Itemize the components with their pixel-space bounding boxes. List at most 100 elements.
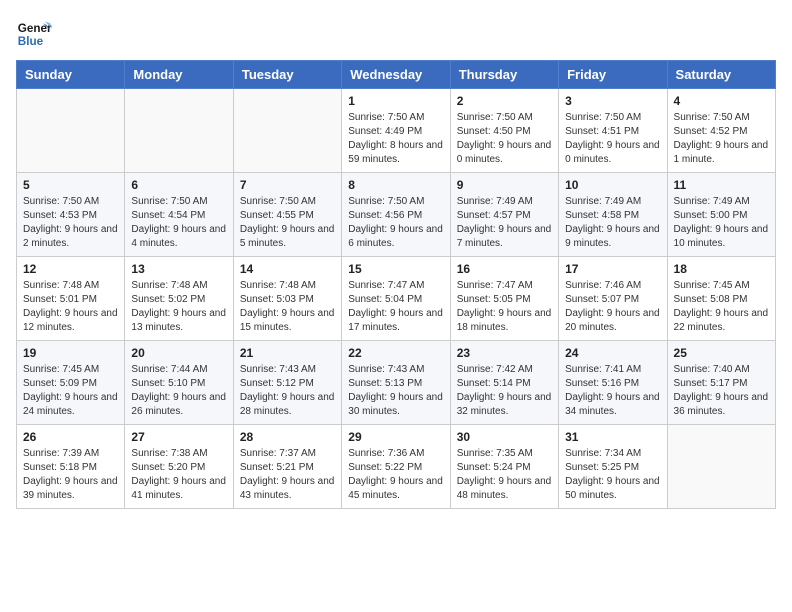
- calendar-cell: 18 Sunrise: 7:45 AM Sunset: 5:08 PM Dayli…: [667, 257, 775, 341]
- calendar-cell: 27 Sunrise: 7:38 AM Sunset: 5:20 PM Dayli…: [125, 425, 233, 509]
- calendar-cell: 30 Sunrise: 7:35 AM Sunset: 5:24 PM Dayli…: [450, 425, 558, 509]
- calendar-cell: [125, 89, 233, 173]
- day-number: 16: [457, 262, 552, 276]
- calendar-table: SundayMondayTuesdayWednesdayThursdayFrid…: [16, 60, 776, 509]
- day-info: Sunrise: 7:36 AM Sunset: 5:22 PM Dayligh…: [348, 447, 443, 503]
- day-number: 9: [457, 178, 552, 192]
- day-number: 20: [131, 346, 226, 360]
- day-number: 6: [131, 178, 226, 192]
- calendar-cell: 13Sunrise: 7:48 AM Sunset: 5:02 PM Dayli…: [125, 257, 233, 341]
- logo: General Blue: [16, 16, 52, 52]
- weekday-header: Sunday: [17, 61, 125, 89]
- day-info: Sunrise: 7:35 AM Sunset: 5:24 PM Dayligh…: [457, 447, 552, 503]
- calendar-cell: [17, 89, 125, 173]
- day-info: Sunrise: 7:43 AM Sunset: 5:12 PM Dayligh…: [240, 363, 335, 419]
- day-info: Sunrise: 7:50 AM Sunset: 4:49 PM Dayligh…: [348, 111, 443, 167]
- calendar-cell: 5 Sunrise: 7:50 AM Sunset: 4:53 PM Daylig…: [17, 173, 125, 257]
- day-info: Sunrise: 7:49 AM Sunset: 5:00 PM Dayligh…: [674, 195, 769, 251]
- day-number: 7: [240, 178, 335, 192]
- day-number: 23: [457, 346, 552, 360]
- day-number: 5: [23, 178, 118, 192]
- calendar-cell: [233, 89, 341, 173]
- calendar-cell: 2 Sunrise: 7:50 AM Sunset: 4:50 PM Daylig…: [450, 89, 558, 173]
- day-info: Sunrise: 7:50 AM Sunset: 4:54 PM Dayligh…: [131, 195, 226, 251]
- weekday-header: Tuesday: [233, 61, 341, 89]
- svg-text:Blue: Blue: [18, 35, 44, 48]
- day-info: Sunrise: 7:45 AM Sunset: 5:08 PM Dayligh…: [674, 279, 769, 335]
- day-number: 24: [565, 346, 660, 360]
- day-info: Sunrise: 7:37 AM Sunset: 5:21 PM Dayligh…: [240, 447, 335, 503]
- day-number: 25: [674, 346, 769, 360]
- day-number: 14: [240, 262, 335, 276]
- day-info: Sunrise: 7:49 AM Sunset: 4:58 PM Dayligh…: [565, 195, 660, 251]
- day-info: Sunrise: 7:50 AM Sunset: 4:52 PM Dayligh…: [674, 111, 769, 167]
- calendar-cell: 7 Sunrise: 7:50 AM Sunset: 4:55 PM Daylig…: [233, 173, 341, 257]
- calendar-cell: 16 Sunrise: 7:47 AM Sunset: 5:05 PM Dayli…: [450, 257, 558, 341]
- day-number: 1: [348, 94, 443, 108]
- calendar-cell: 11 Sunrise: 7:49 AM Sunset: 5:00 PM Dayli…: [667, 173, 775, 257]
- day-info: Sunrise: 7:47 AM Sunset: 5:05 PM Dayligh…: [457, 279, 552, 335]
- calendar-cell: 8 Sunrise: 7:50 AM Sunset: 4:56 PM Daylig…: [342, 173, 450, 257]
- day-info: Sunrise: 7:50 AM Sunset: 4:56 PM Dayligh…: [348, 195, 443, 251]
- calendar-cell: 23 Sunrise: 7:42 AM Sunset: 5:14 PM Dayli…: [450, 341, 558, 425]
- calendar-cell: 12Sunrise: 7:48 AM Sunset: 5:01 PM Dayli…: [17, 257, 125, 341]
- day-number: 2: [457, 94, 552, 108]
- calendar-week-row: 19Sunrise: 7:45 AM Sunset: 5:09 PM Dayli…: [17, 341, 776, 425]
- day-number: 27: [131, 430, 226, 444]
- calendar-cell: 24 Sunrise: 7:41 AM Sunset: 5:16 PM Dayli…: [559, 341, 667, 425]
- weekday-header-row: SundayMondayTuesdayWednesdayThursdayFrid…: [17, 61, 776, 89]
- day-number: 10: [565, 178, 660, 192]
- calendar-cell: 22 Sunrise: 7:43 AM Sunset: 5:13 PM Dayli…: [342, 341, 450, 425]
- day-info: Sunrise: 7:39 AM Sunset: 5:18 PM Dayligh…: [23, 447, 118, 503]
- day-info: Sunrise: 7:46 AM Sunset: 5:07 PM Dayligh…: [565, 279, 660, 335]
- day-number: 31: [565, 430, 660, 444]
- day-info: Sunrise: 7:50 AM Sunset: 4:55 PM Dayligh…: [240, 195, 335, 251]
- day-number: 17: [565, 262, 660, 276]
- day-info: Sunrise: 7:42 AM Sunset: 5:14 PM Dayligh…: [457, 363, 552, 419]
- calendar-cell: 29 Sunrise: 7:36 AM Sunset: 5:22 PM Dayli…: [342, 425, 450, 509]
- day-number: 12: [23, 262, 118, 276]
- day-info: Sunrise: 7:45 AM Sunset: 5:09 PM Dayligh…: [23, 363, 118, 419]
- day-number: 15: [348, 262, 443, 276]
- calendar-cell: 19Sunrise: 7:45 AM Sunset: 5:09 PM Dayli…: [17, 341, 125, 425]
- day-number: 11: [674, 178, 769, 192]
- day-info: Sunrise: 7:50 AM Sunset: 4:53 PM Dayligh…: [23, 195, 118, 251]
- calendar-cell: 20Sunrise: 7:44 AM Sunset: 5:10 PM Dayli…: [125, 341, 233, 425]
- day-info: Sunrise: 7:50 AM Sunset: 4:50 PM Dayligh…: [457, 111, 552, 167]
- day-number: 26: [23, 430, 118, 444]
- calendar-cell: 4Sunrise: 7:50 AM Sunset: 4:52 PM Daylig…: [667, 89, 775, 173]
- day-number: 29: [348, 430, 443, 444]
- day-info: Sunrise: 7:43 AM Sunset: 5:13 PM Dayligh…: [348, 363, 443, 419]
- day-info: Sunrise: 7:40 AM Sunset: 5:17 PM Dayligh…: [674, 363, 769, 419]
- weekday-header: Monday: [125, 61, 233, 89]
- day-number: 8: [348, 178, 443, 192]
- calendar-cell: 1 Sunrise: 7:50 AM Sunset: 4:49 PM Daylig…: [342, 89, 450, 173]
- day-info: Sunrise: 7:48 AM Sunset: 5:02 PM Dayligh…: [131, 279, 226, 335]
- day-number: 18: [674, 262, 769, 276]
- calendar-cell: 25 Sunrise: 7:40 AM Sunset: 5:17 PM Dayli…: [667, 341, 775, 425]
- day-number: 30: [457, 430, 552, 444]
- svg-text:General: General: [18, 22, 52, 35]
- calendar-cell: 10 Sunrise: 7:49 AM Sunset: 4:58 PM Dayli…: [559, 173, 667, 257]
- day-info: Sunrise: 7:38 AM Sunset: 5:20 PM Dayligh…: [131, 447, 226, 503]
- calendar-week-row: 26 Sunrise: 7:39 AM Sunset: 5:18 PM Dayli…: [17, 425, 776, 509]
- day-info: Sunrise: 7:50 AM Sunset: 4:51 PM Dayligh…: [565, 111, 660, 167]
- calendar-cell: 14Sunrise: 7:48 AM Sunset: 5:03 PM Dayli…: [233, 257, 341, 341]
- page-header: General Blue: [16, 16, 776, 52]
- calendar-week-row: 5 Sunrise: 7:50 AM Sunset: 4:53 PM Daylig…: [17, 173, 776, 257]
- calendar-cell: 21 Sunrise: 7:43 AM Sunset: 5:12 PM Dayli…: [233, 341, 341, 425]
- logo-icon: General Blue: [16, 16, 52, 52]
- calendar-cell: 28 Sunrise: 7:37 AM Sunset: 5:21 PM Dayli…: [233, 425, 341, 509]
- calendar-cell: 3Sunrise: 7:50 AM Sunset: 4:51 PM Daylig…: [559, 89, 667, 173]
- calendar-cell: 15Sunrise: 7:47 AM Sunset: 5:04 PM Dayli…: [342, 257, 450, 341]
- day-number: 22: [348, 346, 443, 360]
- weekday-header: Friday: [559, 61, 667, 89]
- day-info: Sunrise: 7:41 AM Sunset: 5:16 PM Dayligh…: [565, 363, 660, 419]
- day-info: Sunrise: 7:49 AM Sunset: 4:57 PM Dayligh…: [457, 195, 552, 251]
- calendar-cell: 17 Sunrise: 7:46 AM Sunset: 5:07 PM Dayli…: [559, 257, 667, 341]
- day-number: 28: [240, 430, 335, 444]
- weekday-header: Thursday: [450, 61, 558, 89]
- weekday-header: Saturday: [667, 61, 775, 89]
- calendar-week-row: 1 Sunrise: 7:50 AM Sunset: 4:49 PM Daylig…: [17, 89, 776, 173]
- day-number: 21: [240, 346, 335, 360]
